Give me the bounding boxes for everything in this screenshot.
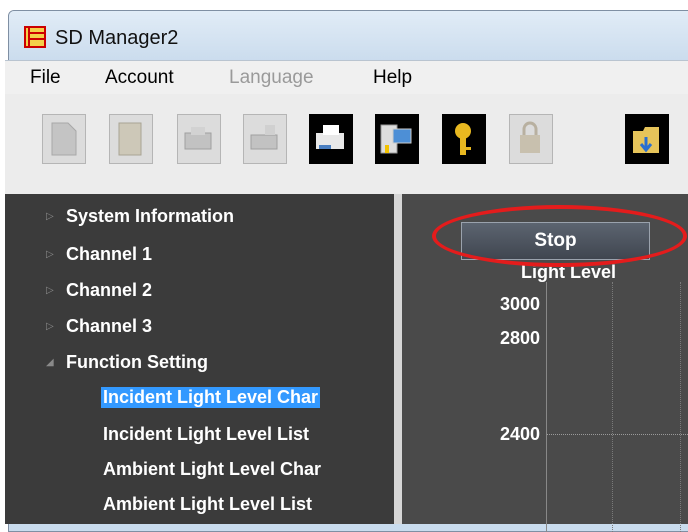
menu-help[interactable]: Help xyxy=(373,67,412,89)
tree-item-ambient-light-level-chart[interactable]: Ambient Light Level Char xyxy=(103,459,321,480)
new-document-button xyxy=(42,114,86,164)
open-book-button xyxy=(109,114,153,164)
network-computer-button[interactable] xyxy=(375,114,419,164)
lock-icon xyxy=(520,121,540,153)
new-document-icon xyxy=(51,122,77,156)
tree-item-system-information[interactable]: System Information xyxy=(66,206,234,227)
folder-download-button[interactable] xyxy=(625,114,669,164)
expand-arrow-icon[interactable]: ▷ xyxy=(46,211,54,222)
expand-arrow-icon[interactable]: ▷ xyxy=(46,249,54,260)
fax-icon xyxy=(316,125,344,149)
y-tick-label: 2800 xyxy=(500,328,541,348)
navigation-tree: ▷ System Information ▷ Channel 1 ▷ Chann… xyxy=(5,194,395,524)
toolbar xyxy=(5,94,688,194)
tree-item-incident-light-level-chart[interactable]: Incident Light Level Char xyxy=(101,387,321,408)
fax-button[interactable] xyxy=(309,114,353,164)
y-tick-label: 3000 xyxy=(500,294,541,314)
title-bar: SD Manager2 xyxy=(9,11,688,67)
tree-item-channel-2[interactable]: Channel 2 xyxy=(66,280,152,301)
tree-item-incident-light-level-list[interactable]: Incident Light Level List xyxy=(103,424,309,445)
lock-button xyxy=(509,114,553,164)
y-tick-label: 2400 xyxy=(500,424,541,444)
window-title: SD Manager2 xyxy=(55,27,179,49)
menu-account[interactable]: Account xyxy=(105,67,174,89)
expand-arrow-icon[interactable]: ▷ xyxy=(46,285,54,296)
expand-arrow-icon[interactable]: ▷ xyxy=(46,321,54,332)
menu-bar: File Account Language Help xyxy=(5,60,688,95)
tree-item-channel-3[interactable]: Channel 3 xyxy=(66,316,152,337)
scanner-button xyxy=(243,114,287,164)
plot-area xyxy=(546,282,688,532)
highlight-annotation xyxy=(432,205,687,267)
menu-file[interactable]: File xyxy=(30,67,61,89)
menu-language: Language xyxy=(229,67,314,88)
key-icon xyxy=(455,123,471,155)
pane-splitter[interactable] xyxy=(394,194,402,524)
network-computer-icon xyxy=(380,124,412,154)
printer-gray-icon xyxy=(184,127,212,150)
open-book-icon xyxy=(118,122,142,156)
folder-download-icon xyxy=(633,127,659,153)
tree-item-channel-1[interactable]: Channel 1 xyxy=(66,244,152,265)
collapse-arrow-icon[interactable]: ◢ xyxy=(46,357,54,368)
app-logo-icon xyxy=(24,26,46,48)
scanner-gray-icon xyxy=(250,125,278,150)
tree-item-function-setting[interactable]: Function Setting xyxy=(66,352,208,373)
key-button[interactable] xyxy=(442,114,486,164)
printer-button xyxy=(177,114,221,164)
tree-item-ambient-light-level-list[interactable]: Ambient Light Level List xyxy=(103,494,312,515)
